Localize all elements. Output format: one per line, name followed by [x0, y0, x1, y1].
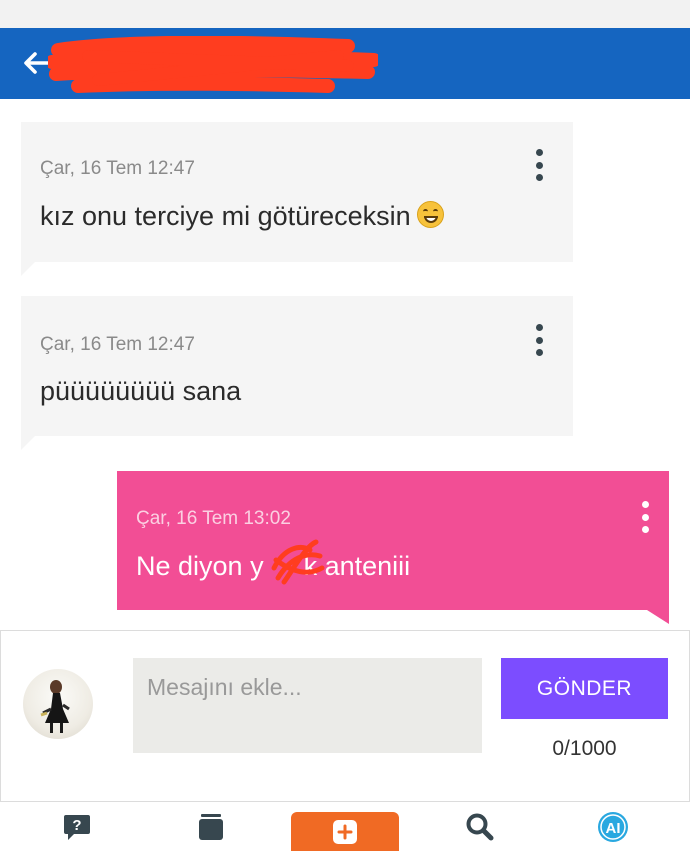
redacted-title-scribble	[48, 36, 378, 93]
svg-text:?: ?	[72, 817, 81, 834]
message-timestamp: Çar, 16 Tem 13:02	[136, 508, 291, 529]
nav-questions[interactable]: ?	[62, 812, 92, 847]
redaction-scribble	[271, 539, 325, 585]
nav-feed[interactable]	[197, 812, 225, 847]
avatar[interactable]	[23, 669, 93, 739]
cards-icon	[199, 814, 223, 840]
message-bubble-outgoing: Çar, 16 Tem 13:02 Ne diyon yk anteniii	[117, 471, 669, 624]
message-timestamp: Çar, 16 Tem 12:47	[40, 158, 195, 179]
nav-ai[interactable]: AI	[597, 811, 629, 848]
message-timestamp: Çar, 16 Tem 12:47	[40, 334, 195, 355]
question-bubble-icon: ?	[64, 815, 90, 840]
nav-search[interactable]	[465, 812, 495, 847]
message-composer: GÖNDER 0/1000	[0, 630, 690, 802]
message-input[interactable]	[133, 658, 482, 753]
send-button[interactable]: GÖNDER	[501, 658, 668, 719]
message-bubble-incoming: Çar, 16 Tem 12:47 kız onu terciye mi göt…	[21, 122, 573, 276]
grinning-face-icon	[416, 201, 444, 228]
search-icon	[466, 813, 494, 841]
app-header	[0, 28, 690, 99]
bottom-navigation: ? AI	[0, 802, 690, 851]
status-bar-strip	[0, 0, 690, 28]
plus-icon	[333, 819, 357, 844]
message-bubble-incoming: Çar, 16 Tem 12:47 püüüüüüüü sana	[21, 296, 573, 450]
character-counter: 0/1000	[552, 737, 617, 760]
message-text: püüüüüüüü sana	[40, 376, 242, 406]
svg-text:AI: AI	[606, 820, 621, 837]
nav-add-button[interactable]	[291, 812, 399, 851]
ai-icon: AI	[598, 812, 628, 842]
avatar-photo	[40, 680, 70, 733]
more-options-icon[interactable]	[639, 499, 651, 535]
more-options-icon[interactable]	[533, 322, 545, 358]
message-text: kız onu terciye mi götüreceksin	[40, 201, 444, 232]
more-options-icon[interactable]	[533, 147, 545, 183]
